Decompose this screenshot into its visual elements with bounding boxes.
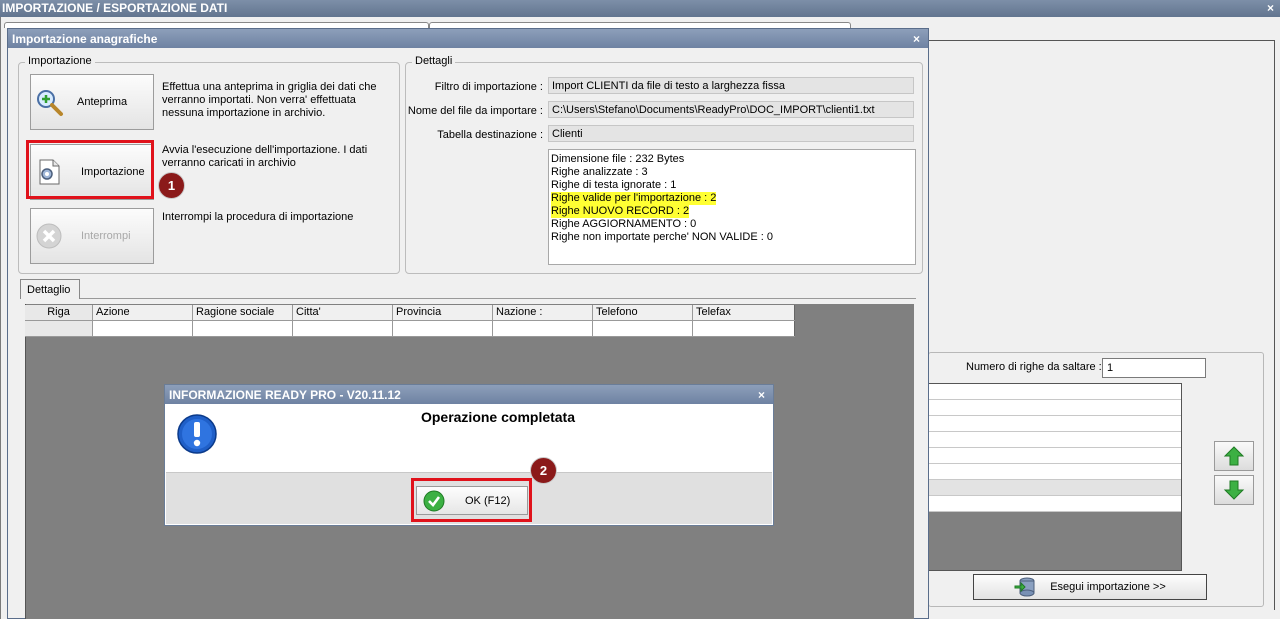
table-label: Tabella destinazione :: [437, 129, 543, 141]
log-line: Righe AGGIORNAMENTO : 0: [551, 218, 697, 230]
details-group-title: Dettagli: [412, 55, 456, 67]
annotation-box-1: [26, 140, 154, 199]
dialog-close-icon[interactable]: ×: [758, 388, 765, 402]
column-header[interactable]: Riga: [25, 305, 93, 320]
import-description: Avvia l'esecuzione dell'importazione. I …: [162, 144, 368, 169]
log-line: Righe analizzate : 3: [551, 166, 648, 178]
preview-button[interactable]: Anteprima: [30, 74, 154, 130]
move-down-button[interactable]: [1214, 475, 1254, 505]
grid-row[interactable]: [929, 496, 1181, 512]
column-header[interactable]: Telefono: [593, 305, 693, 320]
skip-rows-input[interactable]: 1: [1102, 358, 1206, 378]
grid-row[interactable]: [929, 432, 1181, 448]
import-window-title-text: Importazione anagrafiche: [12, 32, 158, 46]
table-cell: [593, 321, 693, 336]
table-cell: [693, 321, 795, 336]
annotation-badge-2: 2: [530, 457, 557, 484]
table-field: Clienti: [548, 125, 914, 142]
log-line: Righe di testa ignorate : 1: [551, 179, 677, 191]
annotation-badge-1: 1: [158, 172, 185, 199]
stop-icon: [31, 221, 67, 251]
info-dialog-title: INFORMAZIONE READY PRO - V20.11.12 ×: [165, 385, 773, 404]
filter-label: Filtro di importazione :: [434, 81, 543, 93]
table-row[interactable]: [25, 321, 795, 337]
import-window-title: Importazione anagrafiche ×: [8, 29, 928, 48]
tab-detail[interactable]: Dettaglio: [20, 279, 80, 299]
table-cell: [293, 321, 393, 336]
database-import-icon: [1014, 577, 1035, 597]
grid-row[interactable]: [929, 384, 1181, 400]
magnifier-icon: [31, 87, 67, 117]
execute-import-button[interactable]: Esegui importazione >>: [973, 574, 1207, 600]
column-header[interactable]: Azione: [93, 305, 193, 320]
arrow-down-icon: [1223, 480, 1245, 500]
stop-button[interactable]: Interrompi: [30, 208, 154, 264]
table-cell: [93, 321, 193, 336]
log-line-highlighted: Righe NUOVO RECORD : 2: [551, 205, 690, 218]
field-grid[interactable]: [928, 383, 1182, 571]
grid-row[interactable]: [929, 480, 1181, 496]
grid-row[interactable]: [929, 448, 1181, 464]
column-header[interactable]: Ragione sociale: [193, 305, 293, 320]
info-dialog-title-text: INFORMAZIONE READY PRO - V20.11.12: [169, 388, 401, 402]
import-log[interactable]: Dimensione file : 232 Bytes Righe analiz…: [548, 149, 916, 265]
annotation-box-2: [411, 478, 532, 522]
import-window: Importazione anagrafiche × Importazione …: [7, 28, 929, 619]
preview-description: Effettua una anteprima in griglia dei da…: [162, 81, 377, 119]
column-header[interactable]: Provincia: [393, 305, 493, 320]
import-group-title: Importazione: [25, 55, 95, 67]
table-cell: [193, 321, 293, 336]
grid-row[interactable]: [929, 416, 1181, 432]
grid-row[interactable]: [929, 464, 1181, 480]
grid-row[interactable]: [929, 400, 1181, 416]
filter-field: Import CLIENTI da file di testo a larghe…: [548, 77, 914, 94]
table-cell: [393, 321, 493, 336]
log-line-highlighted: Righe valide per l'importazione : 2: [551, 192, 717, 205]
grid-header: Riga Azione Ragione sociale Citta' Provi…: [25, 305, 795, 321]
column-header[interactable]: Citta': [293, 305, 393, 320]
move-up-button[interactable]: [1214, 441, 1254, 471]
column-header[interactable]: Telefax: [693, 305, 795, 320]
arrow-up-icon: [1223, 446, 1245, 466]
table-cell: [493, 321, 593, 336]
stop-button-label: Interrompi: [81, 230, 131, 242]
outer-window-title: IMPORTAZIONE / ESPORTAZIONE DATI ×: [0, 0, 1280, 17]
column-header[interactable]: Nazione :: [493, 305, 593, 320]
outer-panel-border-right: [1274, 40, 1275, 610]
dialog-message: Operazione completata: [420, 409, 576, 425]
table-cell: [25, 321, 93, 336]
file-label: Nome del file da importare :: [407, 105, 543, 117]
close-icon[interactable]: ×: [913, 32, 920, 46]
stop-description: Interrompi la procedura di importazione: [162, 211, 354, 223]
outer-window-title-text: IMPORTAZIONE / ESPORTAZIONE DATI: [2, 1, 228, 15]
tab-divider: [80, 298, 916, 299]
outer-close-icon[interactable]: ×: [1267, 1, 1274, 15]
skip-rows-label: Numero di righe da saltare :: [966, 361, 1102, 373]
execute-import-label: Esegui importazione >>: [1050, 581, 1166, 593]
log-line: Righe non importate perche' NON VALIDE :…: [551, 231, 774, 243]
preview-button-label: Anteprima: [77, 96, 128, 108]
file-field: C:\Users\Stefano\Documents\ReadyPro\DOC_…: [548, 101, 914, 118]
log-line: Dimensione file : 232 Bytes: [551, 153, 685, 165]
